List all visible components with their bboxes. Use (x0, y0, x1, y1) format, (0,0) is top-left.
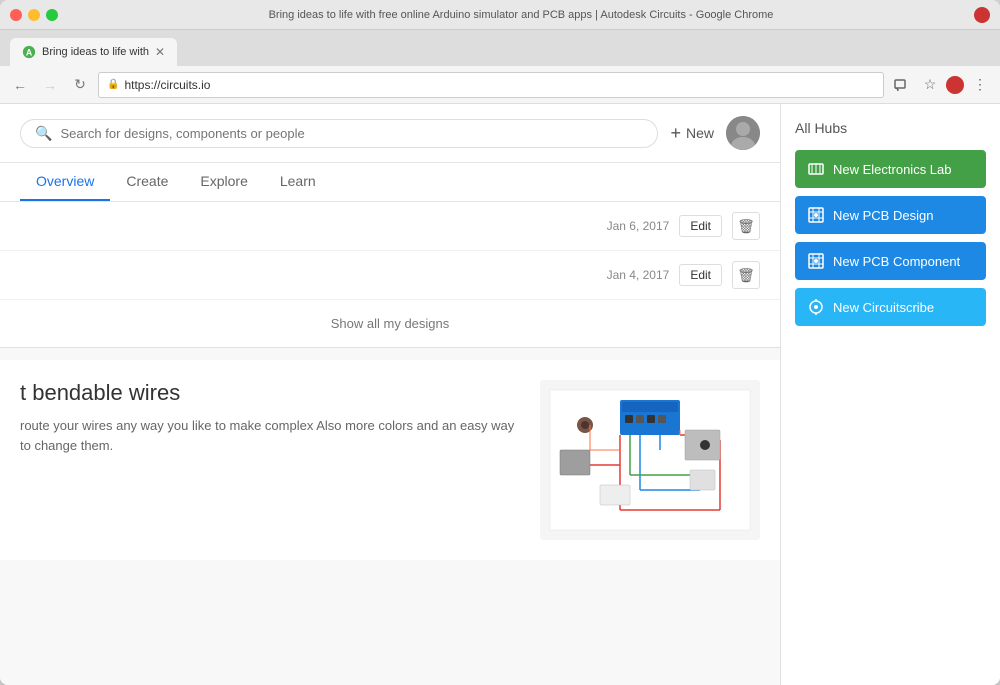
back-button[interactable]: ← (8, 73, 32, 97)
edit-button-1[interactable]: Edit (679, 215, 722, 237)
new-pcb-design-label: New PCB Design (833, 208, 933, 223)
promo-title: t bendable wires (20, 380, 520, 406)
new-pcb-component-label: New PCB Component (833, 254, 960, 269)
menu-button[interactable]: ⋮ (968, 73, 992, 97)
app-header: 🔍 + New (0, 104, 780, 163)
cast-button[interactable] (890, 73, 914, 97)
pcb-design-icon (807, 206, 825, 224)
table-row: Jan 6, 2017 Edit 🗑 (0, 202, 780, 251)
new-label: New (686, 125, 714, 141)
pcb-component-icon (807, 252, 825, 270)
new-electronics-lab-button[interactable]: New Electronics Lab (795, 150, 986, 188)
trash-icon-2: 🗑 (737, 267, 755, 284)
close-button[interactable] (10, 9, 22, 21)
promo-description: route your wires any way you like to mak… (20, 416, 520, 455)
right-sidebar: All Hubs New Electronics Lab (780, 104, 1000, 685)
nav-actions: ☆ ⋮ (890, 73, 992, 97)
navigation-bar: ← → ↻ 🔒 https://circuits.io ☆ ⋮ (0, 66, 1000, 104)
main-area: 🔍 + New Overview Create (0, 104, 780, 685)
app-nav: Overview Create Explore Learn (0, 163, 780, 202)
promo-text: t bendable wires route your wires any wa… (20, 380, 520, 455)
address-bar[interactable]: 🔒 https://circuits.io (98, 72, 884, 98)
avatar[interactable] (726, 116, 760, 150)
delete-button-2[interactable]: 🗑 (732, 261, 760, 289)
nav-create[interactable]: Create (110, 163, 184, 201)
promo-image (540, 380, 760, 540)
content-area: Jan 6, 2017 Edit 🗑 Jan 4, 2017 Edit 🗑 (0, 202, 780, 685)
search-bar[interactable]: 🔍 (20, 119, 658, 148)
autodesk-icon (946, 76, 964, 94)
svg-text:A: A (26, 48, 33, 58)
show-all-row: Show all my designs (0, 300, 780, 348)
minimize-button[interactable] (28, 9, 40, 21)
window-title: Bring ideas to life with free online Ard… (68, 9, 974, 21)
design-date-2: Jan 4, 2017 (607, 268, 670, 282)
designs-section: Jan 6, 2017 Edit 🗑 Jan 4, 2017 Edit 🗑 (0, 202, 780, 348)
nav-explore[interactable]: Explore (184, 163, 263, 201)
new-pcb-design-button[interactable]: New PCB Design (795, 196, 986, 234)
new-pcb-component-button[interactable]: New PCB Component (795, 242, 986, 280)
browser-toolbar: A Bring ideas to life with ✕ ← → ↻ 🔒 htt… (0, 30, 1000, 104)
active-tab[interactable]: A Bring ideas to life with ✕ (10, 38, 177, 66)
forward-button[interactable]: → (38, 73, 62, 97)
browser-window: Bring ideas to life with free online Ard… (0, 0, 1000, 685)
promo-section: t bendable wires route your wires any wa… (0, 360, 780, 560)
table-row: Jan 4, 2017 Edit 🗑 (0, 251, 780, 300)
search-input[interactable] (60, 126, 310, 141)
new-button[interactable]: + New (670, 123, 714, 144)
bookmark-button[interactable]: ☆ (918, 73, 942, 97)
plus-icon: + (670, 123, 681, 144)
circuit-diagram-icon (540, 380, 760, 540)
sidebar-title: All Hubs (795, 120, 986, 136)
new-circuitscribe-label: New Circuitscribe (833, 300, 934, 315)
edit-button-2[interactable]: Edit (679, 264, 722, 286)
tab-bar: A Bring ideas to life with ✕ (0, 30, 1000, 66)
new-circuitscribe-button[interactable]: New Circuitscribe (795, 288, 986, 326)
search-icon: 🔍 (35, 125, 52, 142)
circuitscribe-icon (807, 298, 825, 316)
new-electronics-lab-label: New Electronics Lab (833, 162, 952, 177)
page-content: 🔍 + New Overview Create (0, 104, 1000, 685)
electronics-lab-icon (807, 160, 825, 178)
tab-favicon-icon: A (22, 45, 36, 59)
browser-icon (974, 7, 990, 23)
window-controls (10, 9, 58, 21)
title-bar: Bring ideas to life with free online Ard… (0, 0, 1000, 30)
maximize-button[interactable] (46, 9, 58, 21)
tab-label: Bring ideas to life with (42, 46, 149, 58)
trash-icon-1: 🗑 (737, 218, 755, 235)
delete-button-1[interactable]: 🗑 (732, 212, 760, 240)
nav-learn[interactable]: Learn (264, 163, 332, 201)
refresh-button[interactable]: ↻ (68, 73, 92, 97)
lock-icon: 🔒 (107, 79, 119, 90)
design-date-1: Jan 6, 2017 (607, 219, 670, 233)
show-all-link[interactable]: Show all my designs (331, 316, 450, 331)
nav-overview[interactable]: Overview (20, 163, 110, 201)
url-text: https://circuits.io (124, 78, 875, 92)
tab-close-icon[interactable]: ✕ (155, 46, 165, 58)
